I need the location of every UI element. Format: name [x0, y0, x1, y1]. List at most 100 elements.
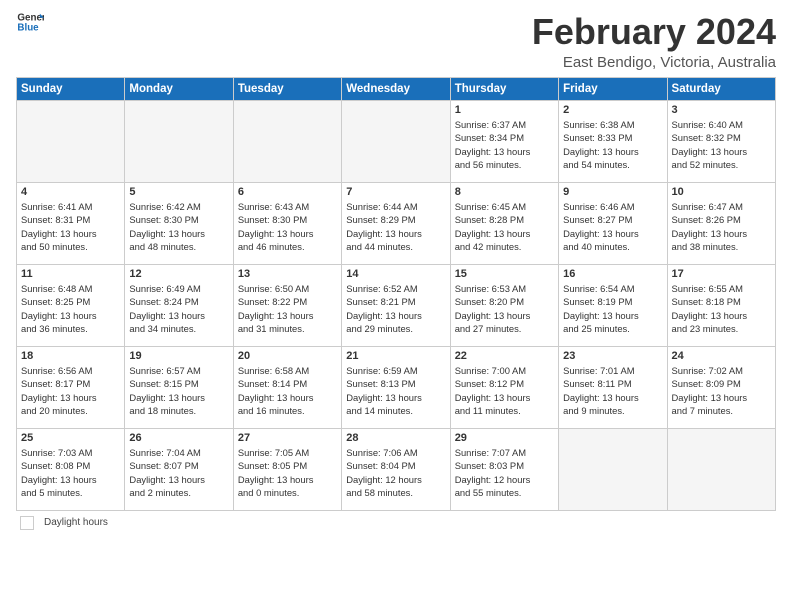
day-info: Sunrise: 6:53 AM Sunset: 8:20 PM Dayligh…: [455, 282, 554, 337]
day-info: Sunrise: 6:59 AM Sunset: 8:13 PM Dayligh…: [346, 364, 445, 419]
calendar-cell: [125, 100, 233, 182]
day-info: Sunrise: 6:58 AM Sunset: 8:14 PM Dayligh…: [238, 364, 337, 419]
day-info: Sunrise: 6:45 AM Sunset: 8:28 PM Dayligh…: [455, 200, 554, 255]
day-info: Sunrise: 6:52 AM Sunset: 8:21 PM Dayligh…: [346, 282, 445, 337]
day-number: 19: [129, 350, 228, 362]
calendar-cell: 15 Sunrise: 6:53 AM Sunset: 8:20 PM Dayli…: [450, 264, 558, 346]
day-number: 22: [455, 350, 554, 362]
day-info: Sunrise: 7:02 AM Sunset: 8:09 PM Dayligh…: [672, 364, 771, 419]
month-title: February 2024: [532, 12, 776, 52]
day-number: 18: [21, 350, 120, 362]
day-number: 28: [346, 432, 445, 444]
day-number: 8: [455, 186, 554, 198]
day-info: Sunrise: 6:49 AM Sunset: 8:24 PM Dayligh…: [129, 282, 228, 337]
calendar-cell: 18 Sunrise: 6:56 AM Sunset: 8:17 PM Dayli…: [17, 346, 125, 428]
day-info: Sunrise: 6:44 AM Sunset: 8:29 PM Dayligh…: [346, 200, 445, 255]
day-info: Sunrise: 6:48 AM Sunset: 8:25 PM Dayligh…: [21, 282, 120, 337]
day-number: 9: [563, 186, 662, 198]
day-info: Sunrise: 7:06 AM Sunset: 8:04 PM Dayligh…: [346, 446, 445, 501]
day-number: 21: [346, 350, 445, 362]
day-info: Sunrise: 6:38 AM Sunset: 8:33 PM Dayligh…: [563, 118, 662, 173]
calendar-cell: [342, 100, 450, 182]
calendar-cell: 12 Sunrise: 6:49 AM Sunset: 8:24 PM Dayli…: [125, 264, 233, 346]
day-number: 4: [21, 186, 120, 198]
footer: Daylight hours: [16, 516, 776, 530]
day-info: Sunrise: 6:55 AM Sunset: 8:18 PM Dayligh…: [672, 282, 771, 337]
calendar-cell: [559, 428, 667, 510]
day-number: 15: [455, 268, 554, 280]
calendar-cell: 2 Sunrise: 6:38 AM Sunset: 8:33 PM Daylig…: [559, 100, 667, 182]
day-info: Sunrise: 6:50 AM Sunset: 8:22 PM Dayligh…: [238, 282, 337, 337]
day-info: Sunrise: 7:05 AM Sunset: 8:05 PM Dayligh…: [238, 446, 337, 501]
day-info: Sunrise: 7:04 AM Sunset: 8:07 PM Dayligh…: [129, 446, 228, 501]
calendar-cell: 20Sunrise: 6:58 AM Sunset: 8:14 PM Dayli…: [233, 346, 341, 428]
day-info: Sunrise: 6:57 AM Sunset: 8:15 PM Dayligh…: [129, 364, 228, 419]
day-info: Sunrise: 6:47 AM Sunset: 8:26 PM Dayligh…: [672, 200, 771, 255]
title-block: February 2024 East Bendigo, Victoria, Au…: [532, 12, 776, 71]
day-number: 1: [455, 104, 554, 116]
svg-text:Blue: Blue: [17, 22, 39, 33]
day-number: 6: [238, 186, 337, 198]
col-header-friday: Friday: [559, 77, 667, 100]
day-info: Sunrise: 6:42 AM Sunset: 8:30 PM Dayligh…: [129, 200, 228, 255]
calendar-cell: 19 Sunrise: 6:57 AM Sunset: 8:15 PM Dayli…: [125, 346, 233, 428]
day-number: 29: [455, 432, 554, 444]
calendar-cell: 8 Sunrise: 6:45 AM Sunset: 8:28 PM Daylig…: [450, 182, 558, 264]
day-number: 10: [672, 186, 771, 198]
day-number: 11: [21, 268, 120, 280]
calendar-cell: 24 Sunrise: 7:02 AM Sunset: 8:09 PM Dayli…: [667, 346, 775, 428]
legend-box: [20, 516, 34, 530]
day-number: 27: [238, 432, 337, 444]
day-number: 12: [129, 268, 228, 280]
day-info: Sunrise: 6:54 AM Sunset: 8:19 PM Dayligh…: [563, 282, 662, 337]
logo: General Blue: [16, 12, 44, 41]
calendar-cell: [17, 100, 125, 182]
day-info: Sunrise: 7:07 AM Sunset: 8:03 PM Dayligh…: [455, 446, 554, 501]
calendar-cell: 5 Sunrise: 6:42 AM Sunset: 8:30 PM Daylig…: [125, 182, 233, 264]
day-info: Sunrise: 7:01 AM Sunset: 8:11 PM Dayligh…: [563, 364, 662, 419]
legend-label: Daylight hours: [44, 517, 108, 528]
day-info: Sunrise: 6:40 AM Sunset: 8:32 PM Dayligh…: [672, 118, 771, 173]
calendar-cell: 21 Sunrise: 6:59 AM Sunset: 8:13 PM Dayli…: [342, 346, 450, 428]
calendar-cell: 13 Sunrise: 6:50 AM Sunset: 8:22 PM Dayli…: [233, 264, 341, 346]
calendar-cell: 23Sunrise: 7:01 AM Sunset: 8:11 PM Dayli…: [559, 346, 667, 428]
calendar-cell: 29 Sunrise: 7:07 AM Sunset: 8:03 PM Dayli…: [450, 428, 558, 510]
day-info: Sunrise: 7:03 AM Sunset: 8:08 PM Dayligh…: [21, 446, 120, 501]
col-header-saturday: Saturday: [667, 77, 775, 100]
calendar-cell: 7 Sunrise: 6:44 AM Sunset: 8:29 PM Daylig…: [342, 182, 450, 264]
calendar-cell: [233, 100, 341, 182]
col-header-wednesday: Wednesday: [342, 77, 450, 100]
calendar-cell: 25 Sunrise: 7:03 AM Sunset: 8:08 PM Dayli…: [17, 428, 125, 510]
calendar-cell: 22 Sunrise: 7:00 AM Sunset: 8:12 PM Dayli…: [450, 346, 558, 428]
col-header-sunday: Sunday: [17, 77, 125, 100]
calendar-cell: [667, 428, 775, 510]
day-number: 14: [346, 268, 445, 280]
day-number: 13: [238, 268, 337, 280]
day-number: 5: [129, 186, 228, 198]
location-title: East Bendigo, Victoria, Australia: [532, 54, 776, 71]
calendar-cell: 3 Sunrise: 6:40 AM Sunset: 8:32 PM Daylig…: [667, 100, 775, 182]
day-number: 25: [21, 432, 120, 444]
day-info: Sunrise: 6:56 AM Sunset: 8:17 PM Dayligh…: [21, 364, 120, 419]
calendar-cell: 4 Sunrise: 6:41 AM Sunset: 8:31 PM Daylig…: [17, 182, 125, 264]
col-header-thursday: Thursday: [450, 77, 558, 100]
day-number: 3: [672, 104, 771, 116]
day-number: 16: [563, 268, 662, 280]
calendar-cell: 16 Sunrise: 6:54 AM Sunset: 8:19 PM Dayli…: [559, 264, 667, 346]
day-info: Sunrise: 6:41 AM Sunset: 8:31 PM Dayligh…: [21, 200, 120, 255]
day-info: Sunrise: 6:37 AM Sunset: 8:34 PM Dayligh…: [455, 118, 554, 173]
calendar-cell: 28 Sunrise: 7:06 AM Sunset: 8:04 PM Dayli…: [342, 428, 450, 510]
col-header-monday: Monday: [125, 77, 233, 100]
calendar-cell: 27 Sunrise: 7:05 AM Sunset: 8:05 PM Dayli…: [233, 428, 341, 510]
calendar-cell: 17 Sunrise: 6:55 AM Sunset: 8:18 PM Dayli…: [667, 264, 775, 346]
calendar-cell: 26Sunrise: 7:04 AM Sunset: 8:07 PM Dayli…: [125, 428, 233, 510]
day-info: Sunrise: 6:43 AM Sunset: 8:30 PM Dayligh…: [238, 200, 337, 255]
day-info: Sunrise: 7:00 AM Sunset: 8:12 PM Dayligh…: [455, 364, 554, 419]
calendar-cell: 14 Sunrise: 6:52 AM Sunset: 8:21 PM Dayli…: [342, 264, 450, 346]
col-header-tuesday: Tuesday: [233, 77, 341, 100]
day-number: 17: [672, 268, 771, 280]
day-number: 2: [563, 104, 662, 116]
calendar-cell: 1 Sunrise: 6:37 AM Sunset: 8:34 PM Daylig…: [450, 100, 558, 182]
day-number: 24: [672, 350, 771, 362]
day-number: 7: [346, 186, 445, 198]
